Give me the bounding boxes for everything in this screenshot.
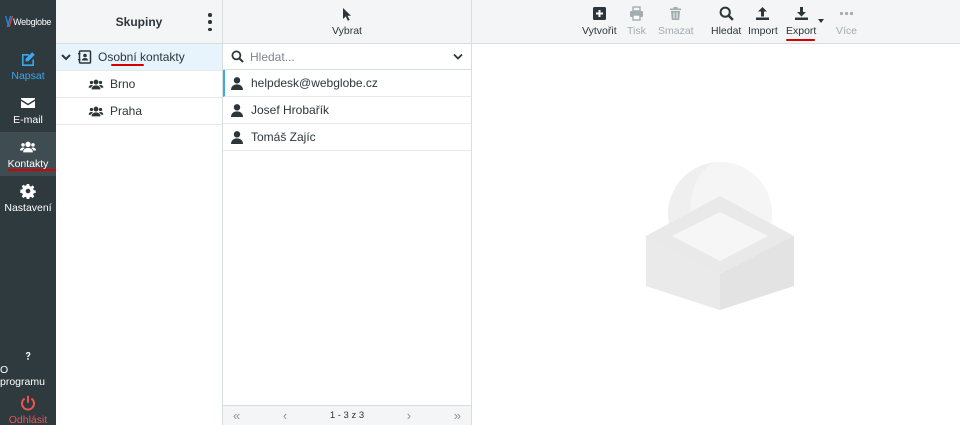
create-button[interactable]: Vytvořit bbox=[582, 6, 617, 37]
upload-icon bbox=[756, 7, 770, 20]
nav-about-label: O programu bbox=[0, 364, 45, 388]
trash-icon bbox=[670, 7, 682, 20]
create-label: Vytvořit bbox=[582, 25, 617, 37]
chevron-down-icon[interactable] bbox=[60, 51, 72, 63]
nav-logout[interactable]: Odhlásit bbox=[0, 388, 56, 425]
import-button[interactable]: Import bbox=[748, 6, 778, 37]
groups-panel: Skupiny Osobní kontakty Brno Praha bbox=[56, 0, 223, 425]
contact-row[interactable]: Tomáš Zajíc bbox=[223, 124, 471, 151]
search-bar bbox=[223, 44, 471, 70]
select-button[interactable]: Vybrat bbox=[223, 0, 471, 44]
previous-page-icon[interactable]: ‹ bbox=[283, 408, 287, 423]
group-item-osobni-kontakty[interactable]: Osobní kontakty bbox=[56, 44, 222, 71]
main-navigation: \// Webglobe Napsat E-mail Kontakty Nast… bbox=[0, 0, 57, 425]
download-icon bbox=[794, 7, 808, 20]
import-label: Import bbox=[748, 25, 778, 37]
next-page-icon[interactable]: › bbox=[407, 408, 411, 423]
group-item-label: Osobní kontakty bbox=[98, 50, 185, 64]
more-button[interactable]: Více bbox=[836, 6, 857, 37]
nav-compose-label: Napsat bbox=[11, 70, 45, 82]
last-page-icon[interactable]: » bbox=[454, 408, 461, 423]
person-icon bbox=[231, 130, 243, 144]
pagination-bar: « ‹ 1 - 3 z 3 › » bbox=[223, 405, 471, 425]
person-icon bbox=[231, 76, 243, 90]
select-label: Vybrat bbox=[332, 24, 362, 37]
groups-menu-icon[interactable] bbox=[204, 13, 216, 31]
groups-header: Skupiny bbox=[56, 0, 222, 44]
group-annotation-underline bbox=[111, 64, 144, 66]
power-icon bbox=[21, 395, 35, 411]
person-icon bbox=[231, 103, 243, 117]
users-icon bbox=[88, 79, 104, 89]
print-label: Tisk bbox=[627, 25, 646, 37]
nav-logout-label: Odhlásit bbox=[8, 414, 48, 425]
cursor-icon bbox=[343, 7, 351, 21]
contact-name: helpdesk@webglobe.cz bbox=[251, 76, 378, 90]
export-button[interactable]: Export bbox=[786, 6, 816, 37]
gear-icon bbox=[20, 184, 36, 199]
group-item-label: Brno bbox=[110, 77, 136, 91]
contact-row[interactable]: helpdesk@webglobe.cz bbox=[223, 70, 471, 97]
search-icon bbox=[231, 50, 244, 63]
group-item-brno[interactable]: Brno bbox=[56, 71, 222, 98]
groups-title: Skupiny bbox=[115, 14, 163, 29]
contact-name: Tomáš Zajíc bbox=[251, 130, 316, 144]
envelope-icon bbox=[21, 98, 35, 108]
webglobe-logo[interactable]: \// Webglobe bbox=[0, 10, 56, 34]
nav-about[interactable]: O programu bbox=[0, 344, 56, 388]
export-annotation-underline bbox=[786, 39, 815, 41]
nav-settings-label: Nastavení bbox=[4, 202, 52, 214]
nav-mail[interactable]: E-mail bbox=[0, 88, 56, 132]
first-page-icon[interactable]: « bbox=[233, 408, 240, 423]
more-dots-icon bbox=[839, 11, 854, 16]
more-label: Více bbox=[836, 25, 858, 37]
plus-square-icon bbox=[592, 7, 606, 20]
pagination-info: 1 - 3 z 3 bbox=[329, 410, 365, 421]
delete-label: Smazat bbox=[658, 25, 694, 37]
group-item-label: Praha bbox=[110, 104, 143, 118]
group-item-praha[interactable]: Praha bbox=[56, 98, 222, 125]
search-icon bbox=[719, 6, 734, 21]
nav-settings[interactable]: Nastavení bbox=[0, 176, 56, 220]
contact-row[interactable]: Josef Hrobařík bbox=[223, 97, 471, 124]
chevron-down-icon[interactable] bbox=[453, 53, 463, 61]
contact-name: Josef Hrobařík bbox=[251, 103, 330, 117]
main-toolbar: Vytvořit Tisk Smazat Hledat Import Expor… bbox=[472, 0, 960, 44]
export-label: Export bbox=[786, 25, 817, 37]
empty-state-box-icon bbox=[646, 162, 794, 310]
users-icon bbox=[20, 141, 36, 153]
export-options-caret-icon[interactable] bbox=[818, 19, 824, 23]
question-icon bbox=[25, 351, 31, 360]
printer-icon bbox=[629, 6, 643, 21]
users-icon bbox=[88, 106, 104, 116]
contacts-list-panel: Vybrat helpdesk@webglobe.cz Josef Hrobař… bbox=[223, 0, 472, 425]
print-button[interactable]: Tisk bbox=[627, 6, 646, 37]
contacts-annotation-underline bbox=[8, 169, 57, 171]
search-label: Hledat bbox=[711, 25, 742, 37]
delete-button[interactable]: Smazat bbox=[658, 6, 694, 37]
webglobe-logo-mark: \// bbox=[4, 14, 13, 30]
nav-mail-label: E-mail bbox=[13, 114, 43, 126]
contact-detail-area: Vytvořit Tisk Smazat Hledat Import Expor… bbox=[472, 0, 960, 425]
address-book-icon bbox=[78, 50, 92, 64]
search-button[interactable]: Hledat bbox=[711, 6, 741, 37]
logo-text: Webglobe bbox=[13, 17, 52, 27]
nav-compose[interactable]: Napsat bbox=[0, 44, 56, 88]
search-input[interactable] bbox=[250, 49, 450, 64]
compose-icon bbox=[22, 52, 35, 66]
